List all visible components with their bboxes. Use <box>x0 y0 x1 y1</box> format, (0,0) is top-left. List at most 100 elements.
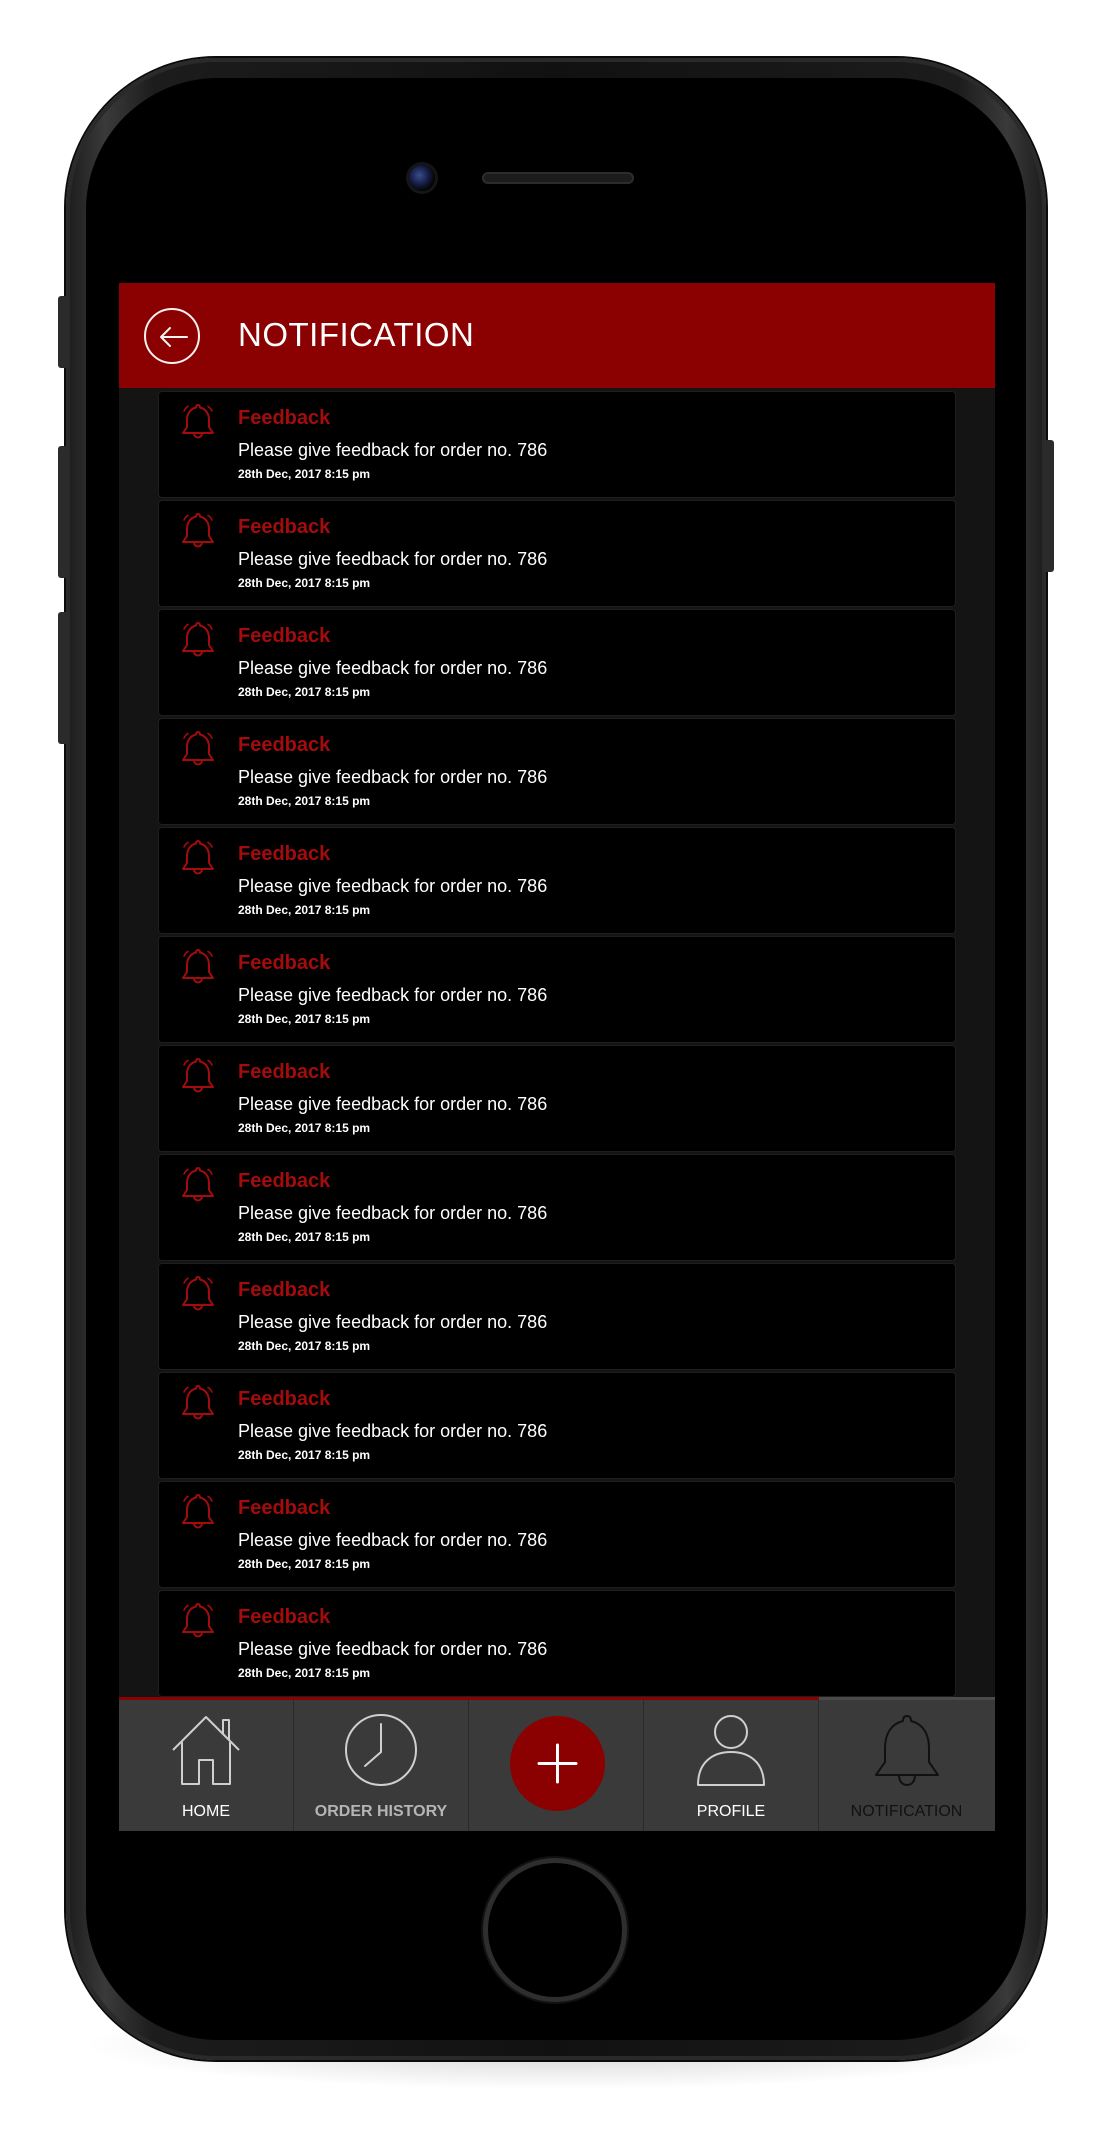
notification-item[interactable]: Feedback Please give feedback for order n… <box>159 1155 955 1260</box>
arrow-left-icon <box>160 327 188 347</box>
notification-message: Please give feedback for order no. 786 <box>238 876 548 896</box>
tab-home-label: HOME <box>182 1803 230 1820</box>
notification-title: Feedback <box>238 1497 331 1519</box>
notification-message: Please give feedback for order no. 786 <box>238 549 548 569</box>
bell-icon-wrap <box>181 839 215 880</box>
notification-date: 28th Dec, 2017 8:15 pm <box>238 467 371 481</box>
mute-switch <box>58 296 68 368</box>
bell-icon-wrap <box>181 512 215 553</box>
notification-title: Feedback <box>238 1061 331 1083</box>
earpiece-speaker <box>482 172 634 184</box>
notification-message: Please give feedback for order no. 786 <box>238 767 548 787</box>
bell-icon <box>182 1058 214 1093</box>
notification-message: Please give feedback for order no. 786 <box>238 1203 548 1223</box>
bell-icon <box>182 1167 214 1202</box>
notification-message: Please give feedback for order no. 786 <box>238 1094 548 1114</box>
notification-list: Feedback Please give feedback for order n… <box>159 392 955 1700</box>
tab-notification-label: NOTIFICATION <box>850 1803 963 1820</box>
notification-title: Feedback <box>238 1388 331 1410</box>
tab-profile[interactable]: PROFILE <box>644 1700 819 1831</box>
app-screen: NOTIFICATION Feedback Please give feedbac… <box>119 283 995 1831</box>
bell-icon-wrap <box>181 621 215 662</box>
bell-icon-wrap <box>181 730 215 771</box>
bell-icon-wrap <box>181 1384 215 1425</box>
notification-message: Please give feedback for order no. 786 <box>238 1421 548 1441</box>
notification-item[interactable]: Feedback Please give feedback for order n… <box>159 1482 955 1587</box>
app-header: NOTIFICATION <box>119 283 995 388</box>
tab-profile-label: PROFILE <box>696 1803 766 1820</box>
notification-item[interactable]: Feedback Please give feedback for order n… <box>159 1264 955 1369</box>
bell-icon-wrap <box>181 948 215 989</box>
notification-message: Please give feedback for order no. 786 <box>238 1312 548 1332</box>
notification-item[interactable]: Feedback Please give feedback for order n… <box>159 937 955 1042</box>
bell-icon-wrap <box>181 403 215 444</box>
notification-item[interactable]: Feedback Please give feedback for order n… <box>159 392 955 497</box>
add-button[interactable] <box>510 1716 605 1811</box>
notification-item[interactable]: Feedback Please give feedback for order n… <box>159 501 955 606</box>
power-button <box>1044 440 1054 572</box>
bell-icon <box>182 513 214 548</box>
bell-icon <box>182 1385 214 1420</box>
notification-message: Please give feedback for order no. 786 <box>238 985 548 1005</box>
volume-down-button <box>58 612 68 744</box>
notification-title: Feedback <box>238 407 331 429</box>
house-icon <box>172 1716 240 1785</box>
volume-up-button <box>58 446 68 578</box>
bell-icon <box>182 1276 214 1311</box>
notification-message: Please give feedback for order no. 786 <box>238 1530 548 1550</box>
bell-icon-wrap <box>181 1602 215 1643</box>
tab-notification[interactable]: NOTIFICATION <box>819 1700 994 1831</box>
notification-item[interactable]: Feedback Please give feedback for order n… <box>159 1373 955 1478</box>
bell-icon-wrap <box>181 1275 215 1316</box>
notification-date: 28th Dec, 2017 8:15 pm <box>238 794 371 808</box>
notification-title: Feedback <box>238 625 331 647</box>
notification-title: Feedback <box>238 734 331 756</box>
bell-icon-wrap <box>181 1166 215 1207</box>
notification-title: Feedback <box>238 516 331 538</box>
notification-date: 28th Dec, 2017 8:15 pm <box>238 1666 371 1680</box>
notification-date: 28th Dec, 2017 8:15 pm <box>238 1012 371 1026</box>
back-button[interactable] <box>144 308 200 364</box>
notification-item[interactable]: Feedback Please give feedback for order n… <box>159 610 955 715</box>
notification-date: 28th Dec, 2017 8:15 pm <box>238 1557 371 1571</box>
notification-date: 28th Dec, 2017 8:15 pm <box>238 1339 371 1353</box>
clock-icon <box>345 1714 417 1786</box>
bell-icon <box>182 1494 214 1529</box>
notification-title: Feedback <box>238 1606 331 1628</box>
tab-order-history[interactable]: ORDER HISTORY <box>294 1700 469 1831</box>
bell-icon <box>182 731 214 766</box>
plus-icon <box>537 1743 578 1784</box>
person-icon <box>697 1715 765 1786</box>
notification-date: 28th Dec, 2017 8:15 pm <box>238 1121 371 1135</box>
notification-date: 28th Dec, 2017 8:15 pm <box>238 1230 371 1244</box>
tab-home[interactable]: HOME <box>119 1700 294 1831</box>
notification-message: Please give feedback for order no. 786 <box>238 1639 548 1659</box>
bell-icon <box>182 840 214 875</box>
notification-message: Please give feedback for order no. 786 <box>238 440 548 460</box>
notification-date: 28th Dec, 2017 8:15 pm <box>238 576 371 590</box>
notification-title: Feedback <box>238 1170 331 1192</box>
notification-message: Please give feedback for order no. 786 <box>238 658 548 678</box>
notification-title: Feedback <box>238 952 331 974</box>
notification-item[interactable]: Feedback Please give feedback for order n… <box>159 1591 955 1696</box>
notification-date: 28th Dec, 2017 8:15 pm <box>238 903 371 917</box>
bell-icon <box>874 1715 939 1786</box>
home-button[interactable] <box>488 1863 622 1997</box>
notification-date: 28th Dec, 2017 8:15 pm <box>238 685 371 699</box>
bell-icon-wrap <box>181 1057 215 1098</box>
bottom-tab-bar: HOME ORDER HISTORY PROFILE NOTIFICATION <box>119 1697 995 1831</box>
front-camera <box>409 165 435 191</box>
notification-title: Feedback <box>238 1279 331 1301</box>
notification-title: Feedback <box>238 843 331 865</box>
notification-item[interactable]: Feedback Please give feedback for order n… <box>159 828 955 933</box>
page-title: NOTIFICATION <box>238 316 475 353</box>
bell-icon <box>182 622 214 657</box>
bell-icon-wrap <box>181 1493 215 1534</box>
bell-icon <box>182 949 214 984</box>
notification-item[interactable]: Feedback Please give feedback for order n… <box>159 719 955 824</box>
notification-item[interactable]: Feedback Please give feedback for order n… <box>159 1046 955 1151</box>
bell-icon <box>182 1603 214 1638</box>
bell-icon <box>182 404 214 439</box>
tab-order-history-label: ORDER HISTORY <box>314 1803 448 1820</box>
notification-date: 28th Dec, 2017 8:15 pm <box>238 1448 371 1462</box>
